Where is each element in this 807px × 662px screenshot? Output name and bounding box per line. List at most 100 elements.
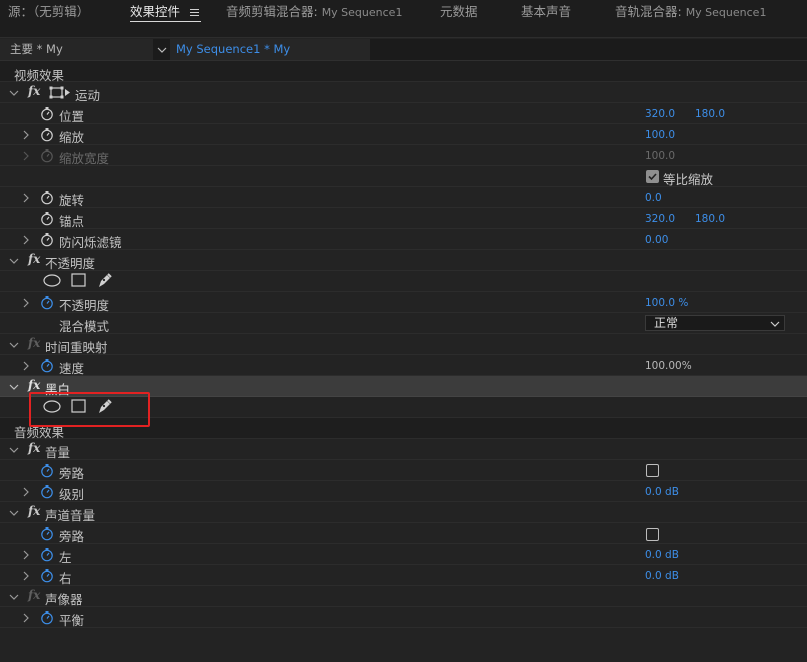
chevron-right-icon[interactable] — [20, 292, 32, 313]
speed-value[interactable]: 100.00% — [645, 360, 692, 372]
effect-panner-row[interactable]: fx 声像器 — [0, 586, 807, 607]
menu-icon[interactable] — [190, 8, 199, 17]
effect-motion-row[interactable]: fx 运动 — [0, 82, 807, 103]
stopwatch-icon[interactable] — [40, 547, 54, 562]
chevron-down-icon[interactable] — [8, 334, 20, 355]
effect-channel-volume-row[interactable]: fx 声道音量 — [0, 502, 807, 523]
stopwatch-icon[interactable] — [40, 526, 54, 541]
effect-volume-row[interactable]: fx 音量 — [0, 439, 807, 460]
chevron-down-icon[interactable] — [8, 250, 20, 271]
stopwatch-icon[interactable] — [40, 463, 54, 478]
property-opacity-row: 不透明度 100.0 % — [0, 292, 807, 313]
chevron-right-icon[interactable] — [20, 607, 32, 628]
master-clip-tab[interactable]: 主要 * My Sequence1.mp4 — [0, 39, 153, 77]
position-y-value[interactable]: 180.0 — [695, 108, 725, 120]
right-channel-label: 右 — [59, 571, 72, 586]
stopwatch-icon[interactable] — [40, 484, 54, 499]
position-label: 位置 — [59, 109, 85, 124]
chevron-right-icon[interactable] — [20, 565, 32, 586]
chevron-right-icon[interactable] — [20, 355, 32, 376]
rotation-label: 旋转 — [59, 193, 85, 208]
property-right-row: 右 0.0 dB — [0, 565, 807, 586]
transform-icon[interactable] — [49, 86, 71, 102]
level-value[interactable]: 0.0 dB — [645, 486, 679, 498]
stopwatch-icon[interactable] — [40, 358, 54, 373]
pen-mask-icon[interactable] — [97, 272, 113, 291]
fx-icon[interactable]: fx — [28, 378, 40, 392]
left-channel-value[interactable]: 0.0 dB — [645, 549, 679, 561]
sequence-clip-tab[interactable]: My Sequence1 * My Sequence1.mp4 — [170, 39, 370, 77]
bypass-checkbox[interactable] — [646, 464, 659, 477]
panel-tab-bar: 源：（无剪辑） 效果控件 音频剪辑混合器: My Sequence1 元数据 基… — [0, 0, 807, 38]
fx-icon[interactable]: fx — [28, 441, 40, 455]
chevron-right-icon[interactable] — [20, 124, 32, 145]
fx-icon[interactable]: fx — [28, 84, 40, 98]
tab-metadata-label: 元数据 — [440, 4, 478, 19]
ellipse-mask-icon[interactable] — [43, 274, 61, 290]
anti-flicker-label: 防闪烁滤镜 — [59, 235, 122, 250]
property-blend-mode-row: 混合模式 正常 — [0, 313, 807, 334]
tab-audio-clip-mixer-sub: My Sequence1 — [321, 6, 403, 19]
stopwatch-icon[interactable] — [40, 190, 54, 205]
chevron-down-icon[interactable] — [8, 439, 20, 460]
balance-label: 平衡 — [59, 613, 85, 628]
volume-label: 音量 — [45, 445, 71, 460]
property-scale-width-row: 缩放宽度 100.0 — [0, 145, 807, 166]
stopwatch-icon[interactable] — [40, 295, 54, 310]
blend-mode-select[interactable]: 正常 — [645, 315, 785, 331]
blend-mode-label: 混合模式 — [59, 319, 110, 334]
property-bypass2-row: 旁路 — [0, 523, 807, 544]
tab-track-mixer[interactable]: 音轨混合器: My Sequence1 — [615, 4, 766, 26]
property-position-row: 位置 320.0 180.0 — [0, 103, 807, 124]
chevron-right-icon[interactable] — [20, 481, 32, 502]
chevron-right-icon[interactable] — [20, 229, 32, 250]
tab-metadata[interactable]: 元数据 — [440, 4, 478, 26]
scale-width-label: 缩放宽度 — [59, 151, 110, 166]
video-effects-header: 视频效果 — [0, 61, 807, 83]
position-x-value[interactable]: 320.0 — [645, 108, 675, 120]
chevron-down-icon[interactable] — [155, 39, 169, 60]
effect-opacity-row[interactable]: fx 不透明度 — [0, 250, 807, 271]
bypass2-checkbox[interactable] — [646, 528, 659, 541]
scale-value[interactable]: 100.0 — [645, 129, 675, 141]
property-rotation-row: 旋转 0.0 — [0, 187, 807, 208]
stopwatch-icon[interactable] — [40, 211, 54, 226]
fx-icon[interactable]: fx — [28, 504, 40, 518]
rectangle-mask-icon[interactable] — [71, 273, 86, 290]
fx-icon[interactable]: fx — [28, 252, 40, 266]
left-channel-label: 左 — [59, 550, 72, 565]
stopwatch-icon[interactable] — [40, 232, 54, 247]
scale-label: 缩放 — [59, 130, 85, 145]
bypass-label: 旁路 — [59, 466, 85, 481]
right-channel-value[interactable]: 0.0 dB — [645, 570, 679, 582]
property-bypass-row: 旁路 — [0, 460, 807, 481]
uniform-scale-checkbox[interactable] — [646, 170, 659, 183]
property-left-row: 左 0.0 dB — [0, 544, 807, 565]
anchor-x-value[interactable]: 320.0 — [645, 213, 675, 225]
chevron-down-icon[interactable] — [8, 376, 20, 397]
chevron-right-icon[interactable] — [20, 544, 32, 565]
tab-essential-sound[interactable]: 基本声音 — [521, 4, 571, 26]
tab-effect-controls[interactable]: 效果控件 — [130, 4, 201, 26]
anti-flicker-value[interactable]: 0.00 — [645, 234, 668, 246]
rotation-value[interactable]: 0.0 — [645, 192, 662, 204]
stopwatch-icon[interactable] — [40, 106, 54, 121]
stopwatch-icon[interactable] — [40, 127, 54, 142]
tab-audio-clip-mixer[interactable]: 音频剪辑混合器: My Sequence1 — [226, 4, 402, 26]
tab-effect-controls-label: 效果控件 — [130, 4, 181, 19]
effect-time-remap-row[interactable]: fx 时间重映射 — [0, 334, 807, 355]
opacity-value[interactable]: 100.0 % — [645, 297, 688, 309]
stopwatch-icon[interactable] — [40, 568, 54, 583]
tab-source[interactable]: 源：（无剪辑） — [8, 4, 89, 26]
speed-label: 速度 — [59, 361, 85, 376]
property-uniform-scale-row: 等比缩放 — [0, 166, 807, 187]
chevron-down-icon[interactable] — [8, 502, 20, 523]
stopwatch-icon[interactable] — [40, 610, 54, 625]
chevron-down-icon[interactable] — [8, 586, 20, 607]
anchor-y-value[interactable]: 180.0 — [695, 213, 725, 225]
chevron-down-icon[interactable] — [8, 82, 20, 103]
chevron-right-icon[interactable] — [20, 187, 32, 208]
blend-mode-value: 正常 — [654, 316, 679, 330]
clip-header: 主要 * My Sequence1.mp4 My Sequence1 * My … — [0, 39, 807, 77]
tab-source-label: 源：（无剪辑） — [8, 4, 90, 19]
